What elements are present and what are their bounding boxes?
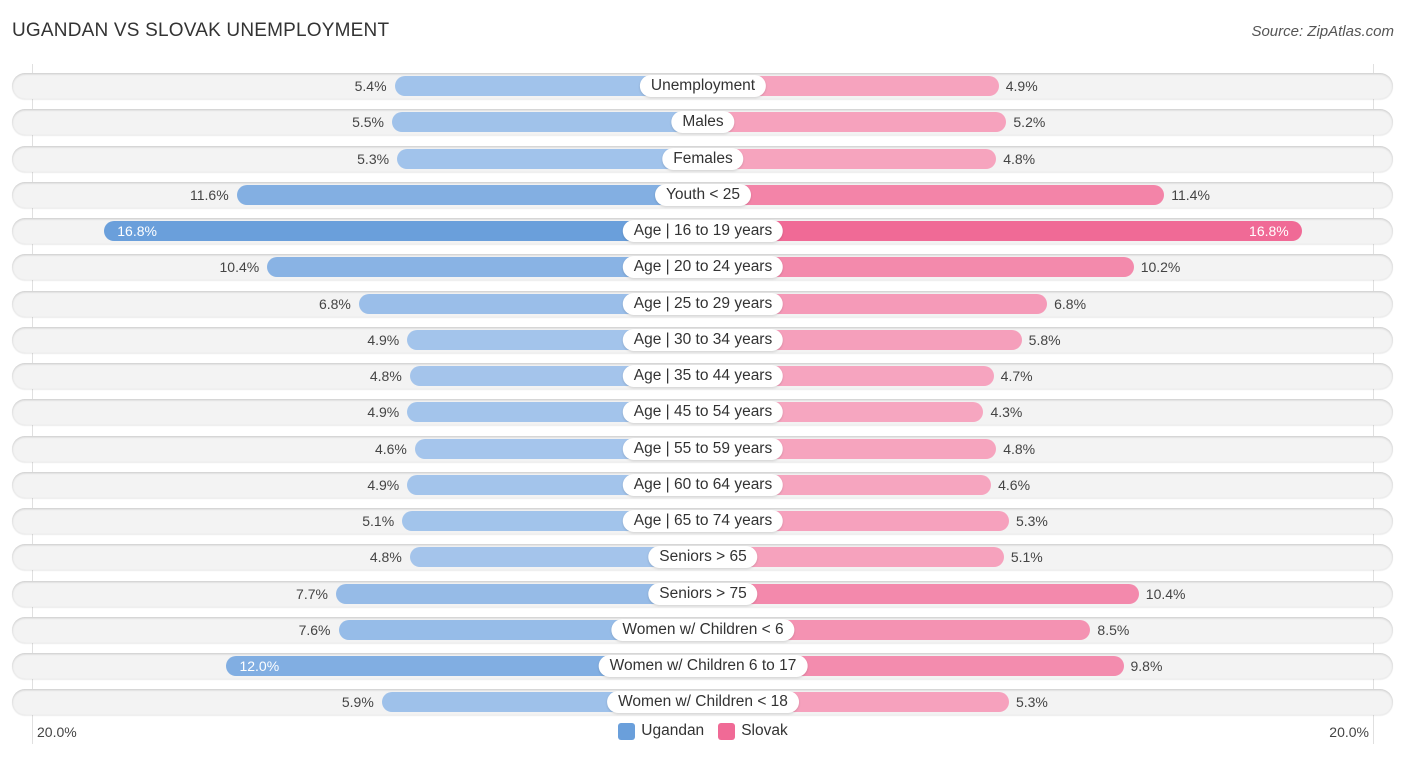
value-label-slovak: 11.4% — [1171, 186, 1210, 203]
value-label-slovak: 4.3% — [990, 404, 1023, 421]
category-label: Age | 25 to 29 years — [622, 292, 784, 315]
category-label: Women w/ Children < 18 — [607, 691, 799, 714]
bar-ugandan[interactable] — [104, 221, 703, 241]
legend-swatch-ugandan — [618, 722, 636, 740]
bar-slovak[interactable] — [703, 184, 1165, 205]
category-label: Youth < 25 — [655, 183, 751, 206]
category-label: Age | 35 to 44 years — [622, 365, 784, 387]
chart-title: UGANDAN VS SLOVAK UNEMPLOYMENT — [12, 20, 390, 41]
value-label-ugandan: 5.5% — [352, 114, 384, 131]
value-label-ugandan: 4.6% — [374, 440, 407, 457]
source-label: Source: ZipAtlas.com — [1251, 23, 1394, 40]
legend-item-ugandan[interactable]: Ugandan — [618, 722, 704, 740]
value-label-ugandan: 5.3% — [357, 150, 390, 167]
category-label: Age | 60 to 64 years — [622, 473, 784, 496]
value-label-slovak: 5.3% — [1015, 694, 1048, 711]
value-label-slovak: 4.7% — [1000, 368, 1033, 384]
legend: Ugandan Slovak — [0, 722, 1406, 740]
value-label-slovak: 5.8% — [1028, 331, 1061, 348]
category-label: Age | 16 to 19 years — [622, 220, 784, 242]
value-label-ugandan: 4.8% — [369, 549, 402, 566]
value-label-ugandan: 6.8% — [318, 295, 351, 312]
bar-ugandan[interactable] — [397, 148, 703, 169]
legend-label-ugandan: Ugandan — [641, 722, 705, 739]
category-label: Age | 55 to 59 years — [622, 437, 784, 460]
category-label: Age | 30 to 34 years — [622, 328, 784, 351]
category-label: Males — [671, 111, 735, 134]
value-label-slovak: 5.1% — [1010, 549, 1043, 566]
value-label-slovak: 5.2% — [1013, 114, 1046, 131]
value-label-slovak: 16.8% — [1249, 223, 1289, 239]
category-label: Females — [662, 147, 744, 170]
value-label-slovak: 5.3% — [1015, 513, 1048, 529]
value-label-slovak: 6.8% — [1054, 295, 1087, 312]
value-label-ugandan: 7.7% — [296, 585, 328, 602]
value-label-ugandan: 16.8% — [117, 223, 157, 239]
value-label-ugandan: 11.6% — [190, 186, 229, 203]
category-label: Age | 65 to 74 years — [622, 510, 784, 532]
bar-slovak[interactable] — [703, 148, 997, 169]
value-label-slovak: 4.6% — [998, 476, 1031, 493]
value-label-slovak: 4.8% — [1003, 150, 1036, 167]
legend-item-slovak[interactable]: Slovak — [718, 722, 788, 740]
category-label: Age | 20 to 24 years — [622, 256, 784, 279]
value-label-ugandan: 7.6% — [298, 621, 331, 638]
category-label: Seniors > 75 — [648, 582, 758, 605]
category-label: Age | 45 to 54 years — [622, 401, 784, 424]
category-label: Women w/ Children 6 to 17 — [598, 655, 808, 677]
value-label-slovak: 9.8% — [1130, 658, 1163, 674]
value-label-slovak: 4.8% — [1003, 440, 1036, 457]
category-label: Seniors > 65 — [648, 546, 758, 569]
bar-slovak[interactable] — [703, 112, 1007, 133]
value-label-ugandan: 5.4% — [354, 78, 387, 94]
legend-swatch-slovak — [718, 722, 736, 740]
value-label-ugandan: 10.4% — [219, 259, 260, 276]
value-label-slovak: 4.9% — [1005, 78, 1038, 94]
value-label-ugandan: 4.9% — [367, 404, 400, 421]
value-label-ugandan: 4.9% — [367, 331, 400, 348]
value-label-slovak: 8.5% — [1097, 621, 1130, 638]
category-label: Women w/ Children < 6 — [611, 618, 795, 641]
value-label-slovak: 10.2% — [1140, 259, 1181, 276]
value-label-ugandan: 12.0% — [239, 658, 280, 674]
bar-slovak[interactable] — [703, 221, 1302, 241]
value-label-slovak: 10.4% — [1145, 585, 1186, 602]
value-label-ugandan: 4.8% — [369, 368, 402, 384]
legend-label-slovak: Slovak — [741, 722, 788, 739]
bar-slovak[interactable] — [703, 583, 1139, 604]
bar-ugandan[interactable] — [391, 112, 703, 133]
value-label-ugandan: 4.9% — [367, 476, 400, 493]
value-label-ugandan: 5.1% — [362, 513, 395, 529]
value-label-ugandan: 5.9% — [341, 694, 374, 711]
category-label: Unemployment — [639, 75, 767, 97]
bar-ugandan[interactable] — [236, 184, 703, 205]
